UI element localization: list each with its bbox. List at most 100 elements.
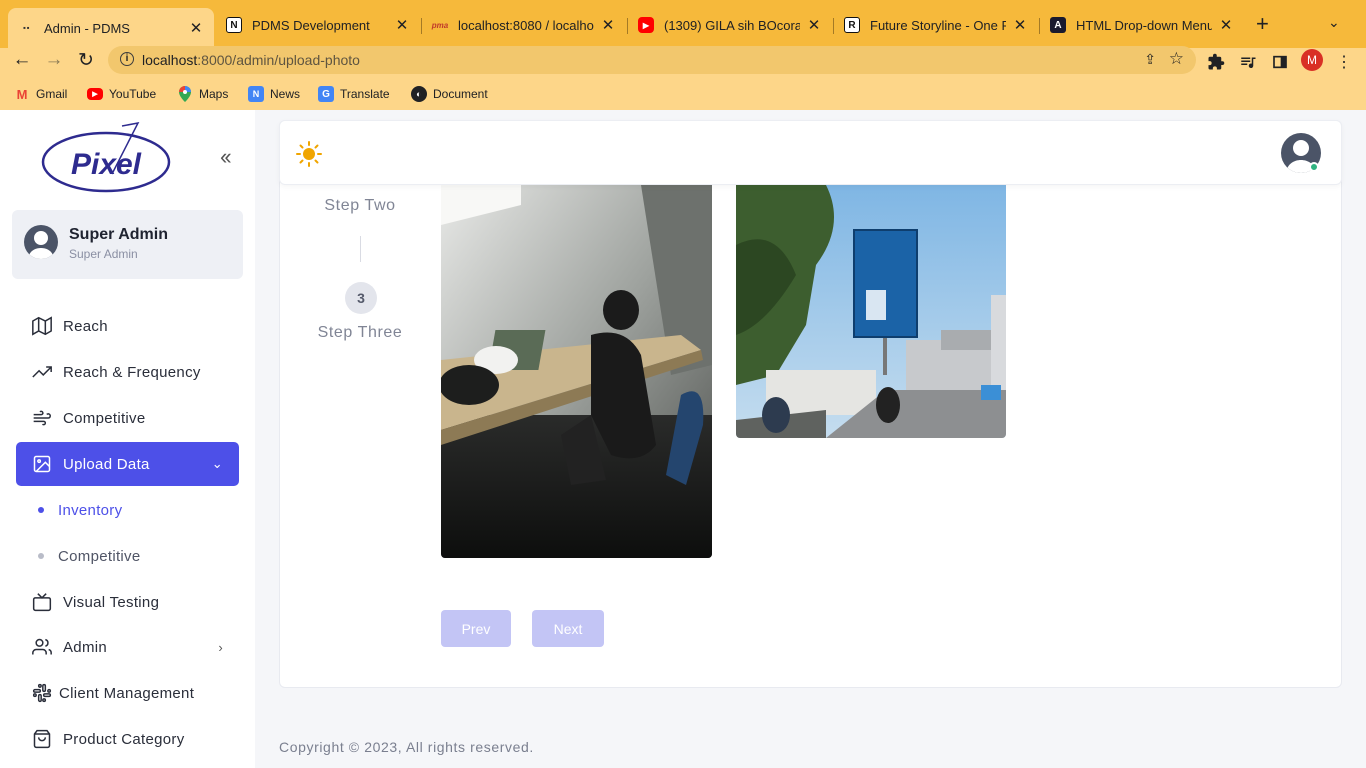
sidebar: Pixel ‹‹ Super Admin Super Admin Reach R… — [0, 110, 255, 768]
close-tab-icon[interactable]: ✕ — [1012, 16, 1028, 34]
svg-text:Pixel: Pixel — [71, 148, 142, 181]
bookmark-maps[interactable]: Maps — [177, 84, 228, 104]
tab-title: HTML Drop-down Menu — [1076, 17, 1212, 33]
tab-future-storyline[interactable]: R Future Storyline - One Pie ✕ — [834, 8, 1038, 42]
reload-icon[interactable]: ↻ — [72, 46, 100, 74]
nav-upload-data[interactable]: Upload Data ⌄ — [16, 442, 239, 486]
youtube-icon: ▶ — [87, 88, 103, 100]
reddit-style-icon: R — [844, 17, 860, 33]
back-icon[interactable]: ← — [8, 46, 36, 74]
bookmark-youtube[interactable]: ▶ YouTube — [87, 84, 156, 104]
translate-icon: G — [318, 86, 334, 102]
bookmark-label: Document — [433, 87, 488, 101]
slack-icon — [31, 682, 53, 704]
profile-avatar[interactable]: M — [1301, 49, 1323, 71]
nav-label: Reach — [63, 317, 108, 335]
chrome-menu-icon[interactable]: ⋮ — [1333, 51, 1355, 73]
nav-reach-frequency[interactable]: Reach & Frequency — [16, 350, 239, 394]
side-panel-icon[interactable] — [1269, 51, 1291, 73]
chevron-down-icon: ⌄ — [211, 456, 223, 471]
tab-search-chevron-icon[interactable]: ⌄ — [1328, 14, 1340, 31]
nav-label: Visual Testing — [63, 593, 160, 611]
news-icon: N — [248, 86, 264, 102]
close-tab-icon[interactable]: ✕ — [394, 16, 410, 34]
nav-client-management[interactable]: Client Management — [16, 671, 239, 715]
close-tab-icon[interactable]: ✕ — [1218, 16, 1234, 34]
media-control-icon[interactable] — [1237, 51, 1259, 73]
nav-label: Client Management — [59, 684, 195, 702]
forward-icon[interactable]: → — [40, 46, 68, 74]
tab-html-dropdown[interactable]: A HTML Drop-down Menu ✕ — [1040, 8, 1244, 42]
tab-admin-pdms[interactable]: ᐧᐧ Admin - PDMS ✕ — [8, 8, 214, 48]
user-card[interactable]: Super Admin Super Admin — [12, 210, 243, 279]
step-three-label: Step Three — [317, 324, 403, 341]
uploaded-photo-office[interactable] — [441, 185, 712, 558]
collapse-sidebar-icon[interactable]: ‹‹ — [220, 144, 232, 170]
tv-icon — [31, 591, 53, 613]
close-tab-icon[interactable]: ✕ — [600, 16, 616, 34]
shopping-bag-icon — [31, 728, 53, 750]
bookmark-translate[interactable]: G Translate — [318, 84, 390, 104]
tab-title: localhost:8080 / localhost — [458, 17, 594, 33]
nav-visual-testing[interactable]: Visual Testing — [16, 580, 239, 624]
nav-label: Reach & Frequency — [63, 363, 201, 381]
user-name: Super Admin — [69, 226, 168, 243]
gmail-icon: M — [16, 86, 28, 102]
bookmark-label: Maps — [199, 87, 229, 101]
tab-title: (1309) GILA sih BOcoran — [664, 17, 800, 33]
bookmark-star-icon[interactable]: ☆ — [1169, 49, 1184, 69]
user-avatar — [24, 225, 58, 259]
extensions-icon[interactable] — [1205, 51, 1227, 73]
prev-button[interactable]: Prev — [441, 610, 511, 647]
bookmark-label: YouTube — [109, 87, 157, 101]
nav-product-category[interactable]: Product Category — [16, 717, 239, 761]
next-button[interactable]: Next — [532, 610, 604, 647]
new-tab-icon[interactable]: + — [1256, 13, 1269, 35]
trending-up-icon — [31, 361, 53, 383]
tab-youtube[interactable]: ▶ (1309) GILA sih BOcoran ✕ — [628, 8, 832, 42]
step-two-label: Step Two — [324, 197, 396, 214]
phpmyadmin-icon: pma — [431, 20, 449, 30]
pdms-favicon: ᐧᐧ — [22, 19, 30, 36]
subnav-inventory[interactable]: Inventory — [38, 495, 122, 525]
sun-icon[interactable] — [296, 141, 322, 167]
nav-competitive[interactable]: Competitive — [16, 396, 239, 440]
footer-copyright: Copyright © 2023, All rights reserved. — [279, 739, 534, 755]
share-icon[interactable]: ⇪ — [1144, 51, 1156, 68]
nav-label: Upload Data — [63, 455, 150, 473]
globe-icon: ◐ — [411, 86, 427, 102]
youtube-icon: ▶ — [638, 17, 654, 33]
nav-label: Competitive — [63, 409, 146, 427]
close-tab-icon[interactable]: ✕ — [188, 19, 204, 37]
uploaded-photo-billboard[interactable] — [736, 185, 1006, 438]
url-host: localhost — [142, 52, 198, 68]
step-connector — [360, 236, 361, 262]
bookmark-document[interactable]: ◐ Document — [411, 84, 488, 104]
w3-style-icon: A — [1050, 17, 1066, 33]
tab-strip: ᐧᐧ Admin - PDMS ✕ N PDMS Development ✕ p… — [0, 0, 1366, 48]
bullet-icon — [38, 553, 44, 559]
nav-reach[interactable]: Reach — [16, 304, 239, 348]
step-three-number: 3 — [345, 282, 377, 314]
bookmarks-bar: M Gmail ▶ YouTube Maps N News G Translat… — [0, 84, 1366, 110]
bullet-icon — [38, 507, 44, 513]
address-bar[interactable]: i localhost:8000/admin/upload-photo ⇪ ☆ — [108, 46, 1196, 74]
subnav-label: Competitive — [58, 547, 141, 565]
bookmark-gmail[interactable]: M Gmail — [14, 84, 68, 104]
wind-icon — [31, 407, 53, 429]
subnav-competitive[interactable]: Competitive — [38, 541, 141, 571]
pixel-logo[interactable]: Pixel — [40, 121, 174, 194]
nav-label: Admin — [63, 638, 108, 656]
nav-label: Product Category — [63, 730, 185, 748]
online-status-dot — [1309, 162, 1319, 172]
browser-chrome: ᐧᐧ Admin - PDMS ✕ N PDMS Development ✕ p… — [0, 0, 1366, 110]
close-tab-icon[interactable]: ✕ — [806, 16, 822, 34]
chevron-right-icon: › — [218, 639, 223, 655]
tab-pdms-development[interactable]: N PDMS Development ✕ — [216, 8, 420, 42]
site-info-icon[interactable]: i — [120, 52, 134, 66]
user-role: Super Admin — [69, 247, 138, 261]
tab-localhost-8080[interactable]: pma localhost:8080 / localhost ✕ — [422, 8, 626, 42]
bookmark-news[interactable]: N News — [248, 84, 300, 104]
nav-admin[interactable]: Admin › — [16, 625, 239, 669]
notion-icon: N — [226, 17, 242, 33]
